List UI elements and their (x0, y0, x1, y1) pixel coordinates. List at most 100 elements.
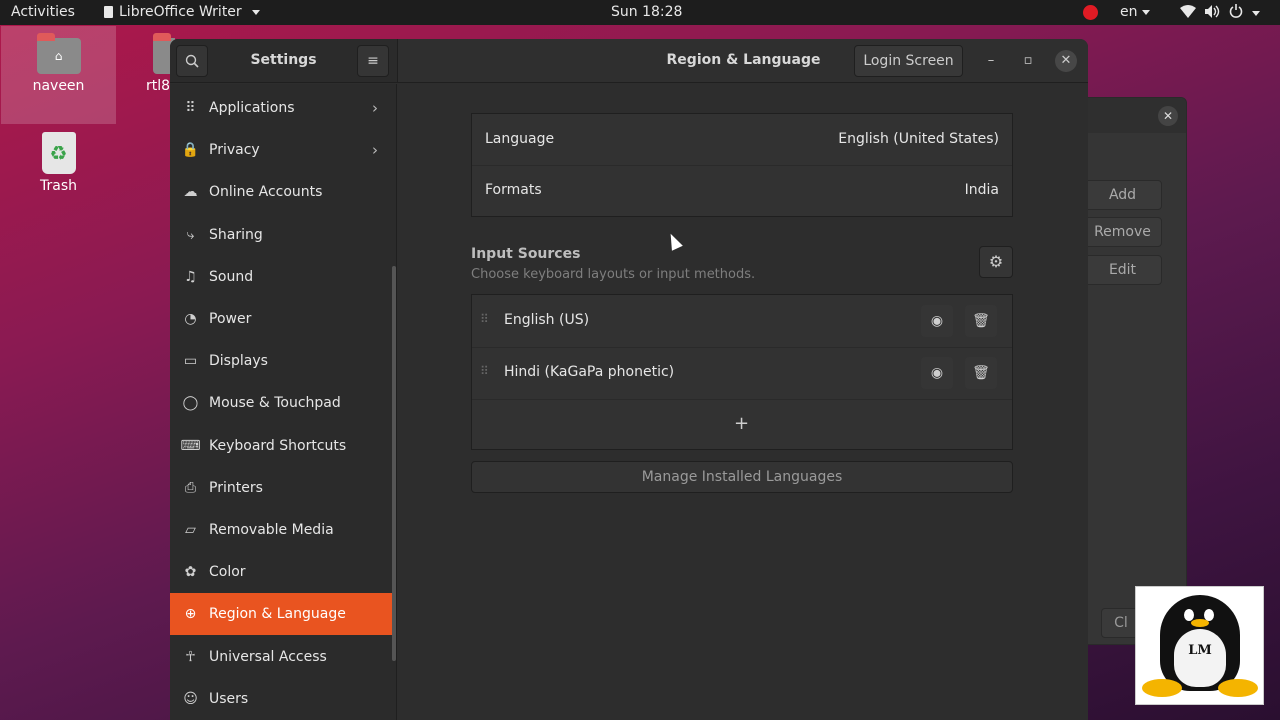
sidebar-item-label: Sound (209, 268, 254, 285)
close-icon[interactable]: ✕ (1158, 106, 1178, 126)
sidebar-item-label: Users (209, 690, 249, 707)
hamburger-icon: ≡ (367, 53, 379, 69)
input-language-menu[interactable]: en (1120, 4, 1150, 20)
login-screen-button[interactable]: Login Screen (854, 45, 963, 77)
input-source-name: Hindi (KaGaPa phonetic) (504, 364, 675, 380)
sidebar-item-universal-access[interactable]: ☥ Universal Access (170, 636, 396, 678)
input-sources-subtitle: Choose keyboard layouts or input methods… (471, 267, 756, 282)
sidebar-item-applications[interactable]: ⠿ Applications › (170, 87, 396, 129)
input-source-name: English (US) (504, 312, 590, 328)
row-divider (472, 399, 1012, 400)
minimize-icon[interactable]: – (980, 50, 1002, 72)
menu-button[interactable]: ≡ (357, 45, 389, 77)
sidebar-item-mouse-touchpad[interactable]: ◯ Mouse & Touchpad (170, 382, 396, 424)
lock-icon: 🔒 (181, 142, 200, 159)
chevron-down-icon (1141, 9, 1150, 15)
globe-icon: ⊕ (184, 606, 197, 623)
sidebar-item-region-language[interactable]: ⊕ Region & Language (170, 593, 396, 636)
desktop-icon-label: rtl8 (146, 78, 171, 94)
input-sources-list: ⠿ English (US) ◉ 🗑 ⠿ Hindi (KaGaPa phone… (471, 294, 1013, 450)
add-input-source-button[interactable]: + (734, 413, 749, 434)
row-divider (472, 165, 1012, 166)
desktop-icon-label: Trash (40, 178, 77, 194)
sidebar-divider (396, 84, 397, 720)
system-menu[interactable] (1180, 4, 1260, 22)
sidebar-item-displays[interactable]: ▭ Displays (170, 340, 396, 382)
trash-icon: 🗑 (972, 365, 990, 381)
activities-button[interactable]: Activities (11, 4, 75, 20)
sidebar-item-power[interactable]: ◔ Power (170, 298, 396, 340)
color-icon: ✿ (184, 564, 197, 581)
add-button[interactable]: Add (1083, 180, 1162, 210)
manage-installed-languages-button[interactable]: Manage Installed Languages (471, 461, 1013, 493)
sidebar-item-label: Region & Language (209, 606, 346, 623)
chevron-right-icon: › (372, 141, 378, 160)
remove-button[interactable]: Remove (1083, 217, 1162, 247)
preview-layout-button[interactable]: ◉ (921, 357, 953, 389)
desktop-icon-label: naveen (32, 78, 85, 94)
share-icon: ⤷ (186, 226, 195, 243)
language-formats-card: Language English (United States) Formats… (471, 113, 1013, 217)
power-icon (1229, 4, 1243, 22)
clock[interactable]: Sun 18:28 (611, 4, 682, 20)
eye-icon: ◉ (930, 313, 944, 329)
maximize-icon[interactable]: ▫ (1017, 50, 1039, 72)
sidebar-item-sound[interactable]: ♫ Sound (170, 256, 396, 298)
remove-source-button[interactable]: 🗑 (965, 305, 997, 337)
formats-label: Formats (485, 182, 542, 198)
sidebar-item-sharing[interactable]: ⤷ Sharing (170, 214, 396, 256)
sidebar-header: Settings ≡ (170, 39, 397, 83)
close-icon[interactable]: ✕ (1055, 50, 1077, 72)
trash-icon: 🗑 (972, 313, 990, 329)
chevron-down-icon (251, 9, 260, 15)
app-menu-label: LibreOffice Writer (119, 4, 242, 20)
formats-value: India (964, 182, 999, 198)
accessibility-icon: ☥ (185, 648, 196, 665)
edit-button[interactable]: Edit (1083, 255, 1162, 285)
music-note-icon: ♫ (184, 268, 197, 285)
sidebar-item-keyboard-shortcuts[interactable]: ⌨ Keyboard Shortcuts (170, 425, 396, 467)
drag-handle-icon[interactable]: ⠿ (480, 364, 489, 378)
sidebar-item-label: Mouse & Touchpad (209, 395, 341, 412)
volume-icon (1205, 4, 1220, 22)
sidebar-item-color[interactable]: ✿ Color (170, 551, 396, 593)
sidebar-item-printers[interactable]: ⎙ Printers (170, 467, 396, 509)
drag-handle-icon[interactable]: ⠿ (480, 312, 489, 326)
top-panel: Activities LibreOffice Writer Sun 18:28 … (0, 0, 1280, 25)
input-options-button[interactable]: ⚙ (979, 246, 1013, 278)
sidebar-item-label: Sharing (209, 226, 263, 243)
sidebar-item-label: Online Accounts (209, 184, 323, 201)
sidebar-item-label: Applications (209, 100, 295, 116)
sidebar-item-label: Printers (209, 479, 263, 496)
users-icon: ☺ (183, 690, 198, 707)
sidebar-item-users[interactable]: ☺ Users (170, 678, 396, 720)
sidebar-item-privacy[interactable]: 🔒 Privacy › (170, 129, 396, 171)
desktop-icon-folder[interactable]: rtl8 (115, 26, 175, 94)
penguin-foot (1142, 679, 1182, 697)
sidebar-item-label: Removable Media (209, 522, 334, 538)
document-icon (104, 6, 113, 18)
input-source-row[interactable]: ⠿ English (US) ◉ 🗑 (472, 295, 1012, 347)
sidebar-item-online-accounts[interactable]: ☁ Online Accounts (170, 171, 396, 213)
input-source-row[interactable]: ⠿ Hindi (KaGaPa phonetic) ◉ 🗑 (472, 347, 1012, 399)
penguin-beak (1191, 619, 1209, 627)
desktop-icon-trash[interactable]: ♻ Trash (1, 126, 116, 194)
record-indicator-icon[interactable] (1083, 5, 1098, 20)
input-sources-title: Input Sources (471, 246, 581, 262)
lm-penguin-logo: LM (1135, 586, 1264, 705)
eye-icon: ◉ (930, 365, 944, 381)
sidebar-item-removable-media[interactable]: ▱ Removable Media (170, 509, 396, 551)
logo-text: LM (1188, 643, 1212, 658)
sidebar-item-label: Color (209, 564, 246, 581)
desktop-icon-home[interactable]: ⌂ naveen (1, 26, 116, 124)
dialog-header: ✕ (1071, 98, 1186, 133)
sidebar-item-label: Universal Access (209, 648, 327, 665)
removable-media-icon: ▱ (185, 522, 196, 538)
remove-source-button[interactable]: 🗑 (965, 357, 997, 389)
gear-icon: ⚙ (988, 252, 1004, 271)
sidebar-item-label: Privacy (209, 142, 260, 159)
trash-icon: ♻ (41, 132, 76, 174)
input-language-label: en (1120, 4, 1138, 20)
app-menu[interactable]: LibreOffice Writer (104, 4, 260, 20)
preview-layout-button[interactable]: ◉ (921, 305, 953, 337)
